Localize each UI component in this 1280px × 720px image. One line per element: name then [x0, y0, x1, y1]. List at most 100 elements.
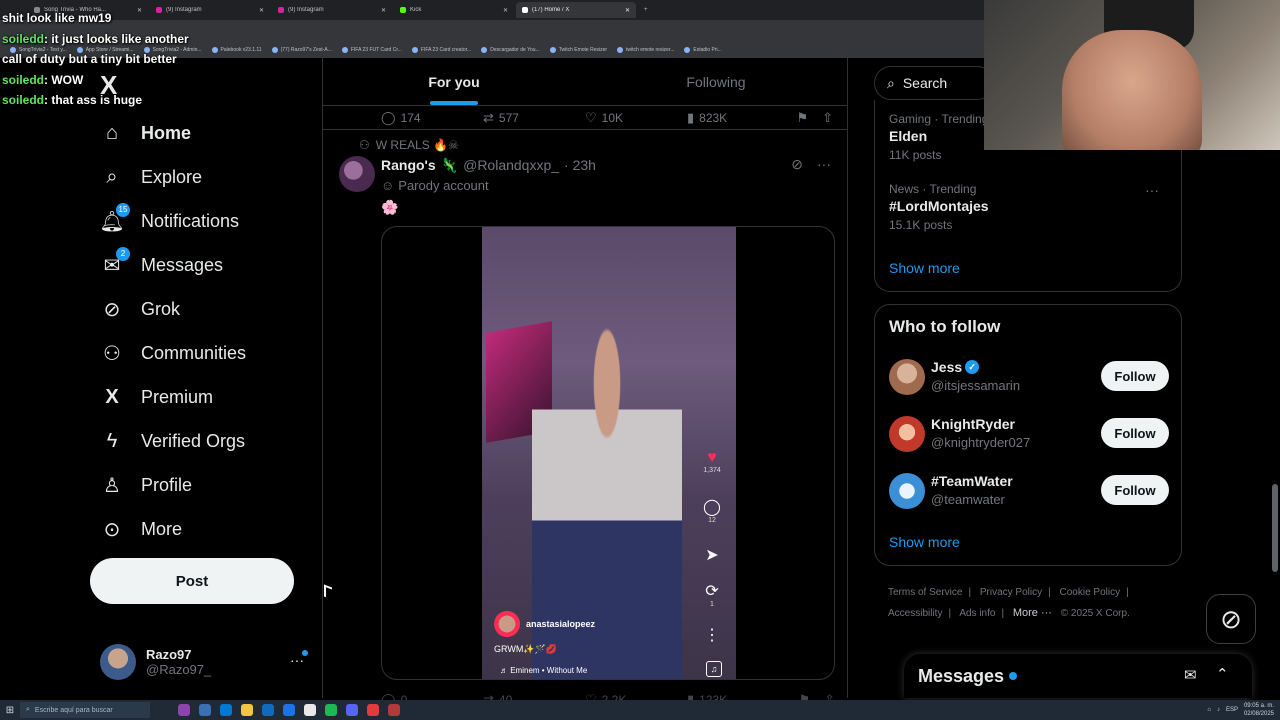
footer-link[interactable]: Ads info	[959, 608, 995, 619]
trends-show-more-link[interactable]: Show more	[889, 260, 960, 276]
bookmark[interactable]: (77) Razo97's Zest-A...	[271, 47, 332, 53]
footer-link[interactable]: Cookie Policy	[1060, 587, 1121, 598]
bookmark[interactable]: FIFA 23 FUT Card Cr...	[341, 47, 402, 53]
trend-item[interactable]: News · Trending #LordMontajes 15.1K post…	[889, 182, 1169, 232]
windows-start-icon[interactable]: ⊞	[0, 705, 20, 716]
community-icon: ⚇	[359, 138, 370, 152]
tweet-author[interactable]: Rango's 🦎 @Rolandqxxp_ · 23h	[381, 157, 596, 174]
avatar	[100, 644, 136, 680]
parody-label: ☺ Parody account	[381, 178, 489, 193]
home-icon: ⌂	[105, 121, 119, 144]
views-button[interactable]: ▮ 823K	[687, 110, 789, 126]
tweet-media[interactable]: ♥ 1,374 ◯ 12 ➤ ⟳ 1 ⋮ anastasialopeez GRWM✨🪄…	[381, 226, 835, 680]
nav-verified-orgs[interactable]: ϟ Verified Orgs	[100, 419, 246, 463]
nav-home[interactable]: ⌂ Home	[100, 111, 246, 155]
primary-nav: ⌂ Home ⌕ Explore 🔔︎ 15 Notifications ✉ 2 Messa…	[99, 111, 246, 551]
footer-link[interactable]: Terms of Service	[888, 587, 962, 598]
post-button[interactable]: Post	[90, 558, 294, 604]
clock[interactable]: 09:05 a. m. 02/08/2025	[1244, 702, 1274, 718]
lightning-icon: ϟ	[106, 429, 118, 452]
who-to-follow-panel: Who to follow Jess ✓ @itsjessamarin Follo…	[874, 304, 1182, 566]
spotify-icon[interactable]	[325, 704, 337, 716]
search-icon: ⌕	[26, 706, 30, 713]
follow-suggestion[interactable]: KnightRyder @knightryder027 Follow	[889, 416, 1169, 456]
kick-icon	[400, 7, 406, 13]
chrome-icon[interactable]	[304, 704, 316, 716]
close-icon[interactable]: ✕	[259, 7, 264, 14]
avatar[interactable]	[339, 156, 375, 192]
nav-more[interactable]: ⊙ More	[100, 507, 246, 551]
who-to-follow-title: Who to follow	[889, 317, 1001, 336]
folder-icon[interactable]	[241, 704, 253, 716]
nav-profile[interactable]: ♙ Profile	[100, 463, 246, 507]
bell-icon: 🔔︎ 15	[99, 203, 130, 233]
close-icon[interactable]: ✕	[381, 7, 386, 14]
network-icon[interactable]: ⌂	[1207, 707, 1211, 713]
nav-grok[interactable]: ⊘ Grok	[100, 287, 246, 331]
follow-suggestion[interactable]: Jess ✓ @itsjessamarin Follow	[889, 359, 1169, 399]
new-message-icon[interactable]: ✉	[1184, 666, 1197, 684]
reply-icon: ◯	[381, 109, 396, 125]
browser-tab[interactable]: (9) Instagram ✕	[272, 2, 392, 18]
nav-communities[interactable]: ⚇ Communities	[100, 331, 246, 375]
follow-button[interactable]: Follow	[1101, 361, 1169, 391]
follow-button[interactable]: Follow	[1101, 475, 1169, 505]
footer-link[interactable]: Privacy Policy	[980, 587, 1042, 598]
more-icon[interactable]: ···	[1145, 182, 1159, 198]
bookmark[interactable]: Descargador de You...	[481, 47, 540, 53]
language-indicator[interactable]: ESP	[1226, 707, 1238, 713]
nav-premium[interactable]: X Premium	[100, 375, 246, 419]
discord-icon[interactable]	[346, 704, 358, 716]
messages-drawer[interactable]: Messages ✉ ⌃	[904, 654, 1252, 698]
share-icon[interactable]: ⇧	[822, 110, 833, 126]
outlook-icon[interactable]	[283, 704, 295, 716]
footer-link[interactable]: Accessibility	[888, 608, 942, 619]
tab-following[interactable]: Following	[585, 58, 847, 105]
chevron-up-icon[interactable]: ⌃	[1216, 665, 1229, 683]
bookmark-icon[interactable]: ⚑	[796, 110, 808, 126]
home-timeline: For you Following ◯ 174 ⇄ 577 ♡ 10K ▮ 823K ⚑…	[322, 58, 848, 707]
more-icon[interactable]: ···	[817, 156, 831, 173]
close-icon[interactable]: ✕	[625, 7, 630, 14]
browser-tab[interactable]: Kick ✕	[394, 2, 514, 18]
new-tab-button[interactable]: +	[638, 2, 652, 18]
app-icon[interactable]	[388, 704, 400, 716]
footer-link[interactable]: More ···	[1013, 607, 1052, 619]
video-song: ♬ Eminem • Without Me	[500, 666, 588, 675]
messages-drawer-title: Messages	[918, 665, 1005, 686]
repost-button[interactable]: ⇄ 577	[483, 110, 585, 126]
taskbar-search-input[interactable]: ⌕ Escribe aquí para buscar	[20, 702, 150, 718]
store-icon[interactable]	[262, 704, 274, 716]
follow-suggestion[interactable]: #TeamWater @teamwater Follow	[889, 473, 1169, 513]
grok-fab-button[interactable]: ⊘	[1206, 594, 1256, 644]
task-view-icon[interactable]	[199, 704, 211, 716]
social-context[interactable]: ⚇ W REALS 🔥☠	[359, 138, 459, 152]
follow-button[interactable]: Follow	[1101, 418, 1169, 448]
page-scrollbar[interactable]	[1270, 58, 1280, 698]
who-to-follow-show-more-link[interactable]: Show more	[889, 534, 960, 550]
browser-tab-active[interactable]: (17) Home / X ✕	[516, 2, 636, 18]
bookmark[interactable]: twitch emote resizer...	[617, 47, 674, 53]
account-switcher[interactable]: Razo97 @Razo97_ ···	[100, 642, 312, 682]
grok-icon[interactable]: ⊘	[791, 156, 803, 173]
bookmark[interactable]: FIFA 23 Card creator...	[411, 47, 471, 53]
bookmark[interactable]: Palebook v23.1.11	[211, 47, 262, 53]
close-icon[interactable]: ✕	[503, 7, 508, 14]
like-button[interactable]: ♡ 10K	[585, 110, 687, 126]
bookmark[interactable]: Estadio Pri...	[684, 47, 722, 53]
unread-dot	[1009, 672, 1018, 680]
edge-icon[interactable]	[220, 704, 232, 716]
video-player[interactable]: ♥ 1,374 ◯ 12 ➤ ⟳ 1 ⋮ anastasialopeez GRWM✨🪄…	[482, 227, 736, 679]
search-input[interactable]: ⌕ Search	[874, 66, 994, 100]
obs-icon[interactable]	[367, 704, 379, 716]
bookmark[interactable]: Twitch Emote Resizer	[549, 47, 607, 53]
scrollbar-thumb[interactable]	[1272, 484, 1278, 572]
app-icon[interactable]	[178, 704, 190, 716]
tab-for-you[interactable]: For you	[323, 58, 585, 105]
nav-explore[interactable]: ⌕ Explore	[100, 155, 246, 199]
volume-icon[interactable]: ♪	[1217, 707, 1220, 713]
comment-icon: ◯ 12	[703, 499, 721, 524]
reply-button[interactable]: ◯ 174	[381, 110, 483, 126]
nav-notifications[interactable]: 🔔︎ 15 Notifications	[99, 199, 246, 243]
nav-messages[interactable]: ✉ 2 Messages	[100, 243, 246, 287]
